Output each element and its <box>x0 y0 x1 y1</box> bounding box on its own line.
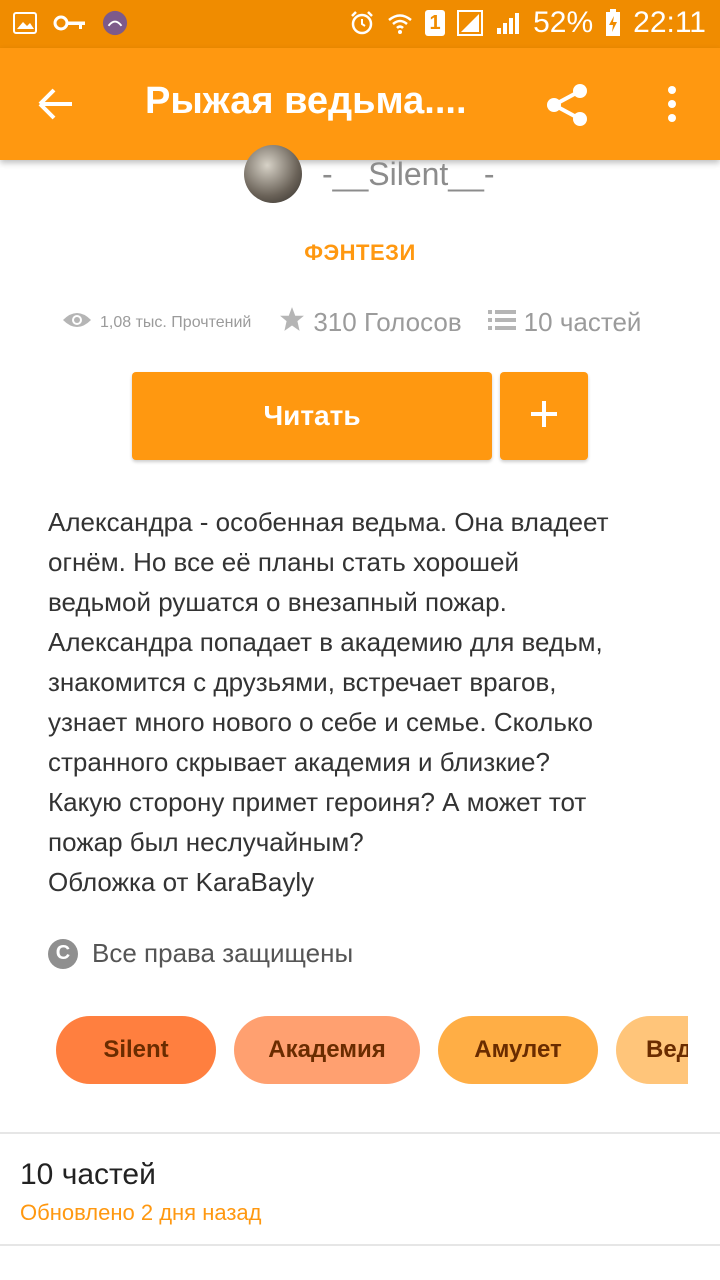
wifi-icon <box>387 10 413 36</box>
story-stats: 1,08 тыс. Прочтений 310 Голосов 10 часте… <box>62 306 641 339</box>
star-icon <box>279 306 305 339</box>
share-icon[interactable] <box>542 80 592 130</box>
story-description: Александра - особенная ведьма. Она владе… <box>48 507 609 897</box>
plus-icon <box>529 399 559 434</box>
updated-label: Обновлено 2 дня назад <box>20 1200 262 1225</box>
author-row[interactable]: -__Silent__- <box>244 145 495 203</box>
clock: 22:11 <box>633 6 706 39</box>
tag-list: Silent Академия Амулет Ведьма <box>56 1016 688 1086</box>
copyright-row: C Все права защищены <box>48 938 353 969</box>
votes-count: 310 Голосов <box>313 307 462 337</box>
key-icon <box>52 10 88 36</box>
tag-chip[interactable]: Silent <box>56 1016 216 1084</box>
sim-badge: 1 <box>425 10 446 36</box>
copyright-label: Все права защищены <box>92 938 354 968</box>
divider <box>0 1244 720 1246</box>
parts-stat: 10 частей <box>487 307 642 338</box>
parts-count: 10 частей <box>523 307 642 337</box>
copyright-icon: C <box>48 938 78 969</box>
eye-icon <box>62 310 92 335</box>
tag-chip[interactable]: Академия <box>234 1016 420 1084</box>
reads-stat: 1,08 тыс. Прочтений <box>62 310 251 335</box>
app-bar: Рыжая ведьма.... <box>0 48 720 160</box>
more-vert-icon[interactable] <box>664 84 680 124</box>
tag-chip[interactable]: Амулет <box>438 1016 598 1084</box>
parts-section-title[interactable]: 10 частей <box>20 1158 156 1192</box>
signal-icon <box>495 10 521 36</box>
avatar[interactable] <box>244 145 302 203</box>
genre-label[interactable]: ФЭНТЕЗИ <box>0 240 720 266</box>
battery-percent: 52% <box>533 6 594 39</box>
divider <box>0 1132 720 1134</box>
status-bar: 1 52% 22:11 <box>0 0 720 48</box>
tag-chip[interactable]: Ведьма <box>616 1016 688 1084</box>
gallery-icon <box>12 10 38 36</box>
read-button[interactable]: Читать <box>132 372 492 460</box>
add-to-library-button[interactable] <box>500 372 588 460</box>
page-title: Рыжая ведьма.... <box>145 80 467 122</box>
reads-count: 1,08 тыс. Прочтений <box>100 313 252 331</box>
signal-icon <box>457 10 484 36</box>
alarm-icon <box>349 10 375 36</box>
arrow-back-icon[interactable] <box>36 84 76 124</box>
app-notification-icon <box>102 10 128 36</box>
battery-charging-icon <box>605 9 621 36</box>
author-name[interactable]: -__Silent__- <box>322 156 495 193</box>
votes-stat: 310 Голосов <box>279 306 462 339</box>
list-icon <box>487 307 516 338</box>
